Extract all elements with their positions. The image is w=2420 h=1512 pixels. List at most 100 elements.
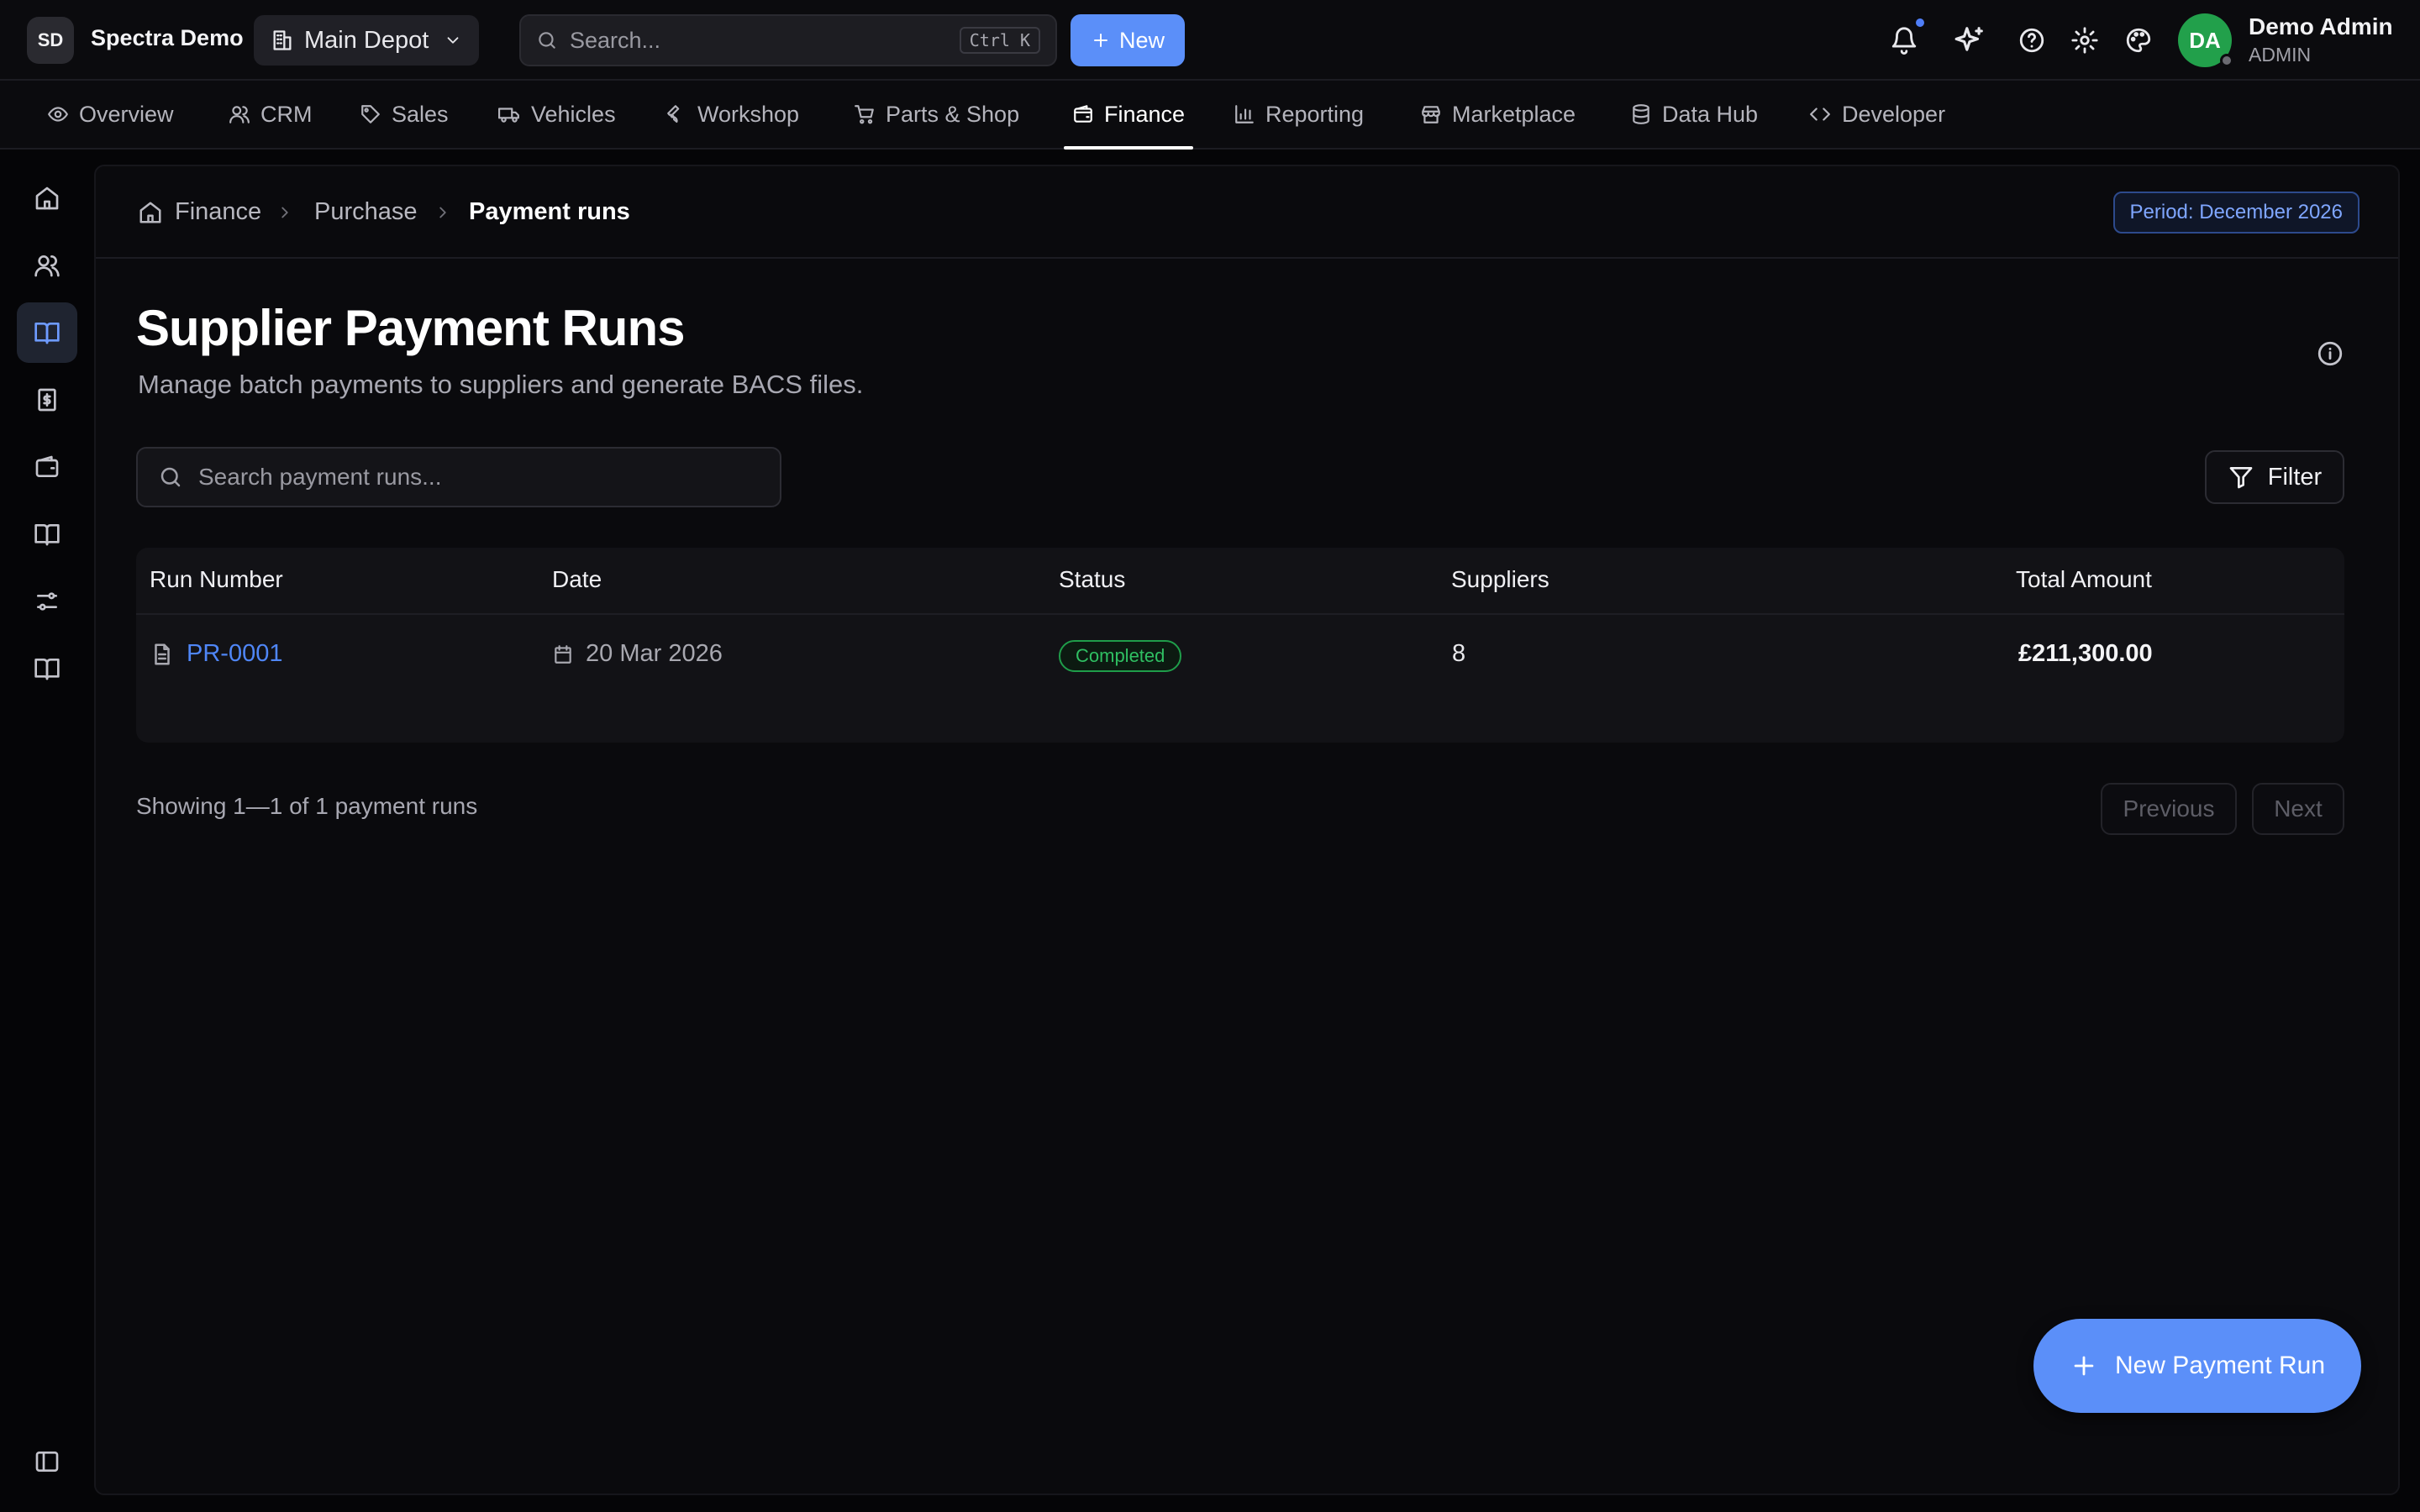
tab-overview[interactable]: Overview bbox=[47, 81, 174, 148]
sparkles-icon[interactable] bbox=[1951, 22, 1988, 59]
tag-icon bbox=[360, 103, 381, 125]
search-icon bbox=[158, 465, 183, 490]
users-icon[interactable] bbox=[17, 235, 77, 296]
tab-workshop[interactable]: Workshop bbox=[666, 81, 799, 148]
book-icon[interactable] bbox=[17, 638, 77, 699]
global-search: Ctrl K bbox=[519, 14, 1057, 66]
period-badge[interactable]: Period: December 2026 bbox=[2112, 192, 2360, 234]
tab-label: Marketplace bbox=[1452, 101, 1576, 127]
previous-button[interactable]: Previous bbox=[2101, 783, 2237, 835]
status-badge: Completed bbox=[1059, 640, 1182, 672]
brand-name[interactable]: Spectra Demo bbox=[91, 25, 244, 51]
tab-reporting[interactable]: Reporting bbox=[1234, 81, 1364, 148]
user-role: ADMIN bbox=[2249, 44, 2312, 66]
gear-icon[interactable] bbox=[2066, 22, 2103, 59]
filter-button[interactable]: Filter bbox=[2205, 450, 2344, 504]
tab-data-hub[interactable]: Data Hub bbox=[1630, 81, 1758, 148]
run-number-link[interactable]: PR-0001 bbox=[187, 640, 282, 668]
payment-run-search-input[interactable] bbox=[198, 464, 760, 491]
store-icon bbox=[1420, 103, 1442, 125]
wallet-icon bbox=[1072, 103, 1094, 125]
calendar-icon bbox=[552, 643, 574, 665]
depot-label: Main Depot bbox=[304, 26, 429, 54]
brand-badge[interactable]: SD bbox=[27, 17, 74, 64]
column-header-status[interactable]: Status bbox=[1059, 566, 1125, 593]
tab-label: CRM bbox=[260, 101, 313, 127]
book-icon[interactable] bbox=[17, 504, 77, 564]
plus-icon bbox=[2070, 1352, 2098, 1380]
breadcrumb-label: Purchase bbox=[314, 198, 418, 225]
top-bar: SD Spectra Demo Main Depot Ctrl K New bbox=[0, 0, 2420, 81]
truck-icon bbox=[497, 103, 521, 125]
new-payment-run-button[interactable]: New Payment Run bbox=[2033, 1319, 2361, 1413]
payment-runs-table: Run Number Date Status Suppliers Total A… bbox=[136, 548, 2344, 743]
global-search-input[interactable] bbox=[570, 27, 948, 54]
tab-sales[interactable]: Sales bbox=[360, 81, 449, 148]
tab-label: Reporting bbox=[1265, 101, 1365, 127]
depot-select[interactable]: Main Depot bbox=[254, 15, 479, 66]
home-icon[interactable] bbox=[17, 168, 77, 228]
breadcrumb-purchase[interactable]: Purchase bbox=[314, 198, 418, 226]
bar-chart-icon bbox=[1234, 103, 1255, 125]
home-icon bbox=[138, 200, 163, 225]
page-subtitle: Manage batch payments to suppliers and g… bbox=[138, 370, 864, 399]
help-icon[interactable] bbox=[2013, 22, 2050, 59]
new-button-label: New bbox=[1118, 27, 1165, 53]
sliders-icon[interactable] bbox=[17, 571, 77, 632]
column-header-suppliers[interactable]: Suppliers bbox=[1451, 566, 1549, 593]
chevron-right-icon bbox=[276, 203, 294, 222]
palette-icon[interactable] bbox=[2120, 22, 2157, 59]
notification-dot bbox=[1914, 17, 1926, 29]
tab-finance[interactable]: Finance bbox=[1063, 81, 1194, 150]
tab-marketplace[interactable]: Marketplace bbox=[1420, 81, 1576, 148]
chevron-right-icon bbox=[434, 203, 452, 222]
plus-icon bbox=[1091, 30, 1111, 50]
eye-icon bbox=[47, 103, 69, 125]
tab-vehicles[interactable]: Vehicles bbox=[497, 81, 616, 148]
file-icon bbox=[150, 642, 175, 667]
code-icon bbox=[1808, 103, 1832, 125]
wallet-icon[interactable] bbox=[17, 437, 77, 497]
tab-parts-shop[interactable]: Parts & Shop bbox=[854, 81, 1019, 148]
new-button[interactable]: New bbox=[1071, 14, 1185, 66]
pagination-summary: Showing 1—1 of 1 payment runs bbox=[136, 793, 478, 819]
tab-label: Sales bbox=[392, 101, 449, 127]
status-indicator bbox=[2220, 54, 2233, 67]
tab-label: Data Hub bbox=[1662, 101, 1759, 127]
suppliers-value: 8 bbox=[1452, 640, 1466, 667]
main-nav: Overview CRM Sales Vehicles Workshop Par… bbox=[0, 81, 2420, 150]
shortcut-hint: Ctrl K bbox=[959, 27, 1040, 54]
next-button[interactable]: Next bbox=[2252, 783, 2344, 835]
breadcrumb-finance[interactable]: Finance bbox=[138, 198, 261, 226]
tab-developer[interactable]: Developer bbox=[1808, 81, 1945, 148]
tab-label: Workshop bbox=[697, 101, 800, 127]
run-number-cell[interactable]: PR-0001 bbox=[150, 640, 282, 668]
users-icon bbox=[229, 103, 250, 125]
column-header-date[interactable]: Date bbox=[552, 566, 602, 593]
suppliers-cell: 8 bbox=[1452, 640, 1465, 668]
book-open-icon[interactable] bbox=[17, 302, 77, 363]
tab-label: Finance bbox=[1104, 101, 1186, 127]
payment-run-search bbox=[136, 447, 781, 507]
filter-label: Filter bbox=[2267, 463, 2323, 491]
column-header-total-amount[interactable]: Total Amount bbox=[2016, 566, 2152, 593]
info-icon[interactable] bbox=[2316, 339, 2344, 368]
sidebar-toggle-icon[interactable] bbox=[17, 1431, 77, 1492]
date-cell: 20 Mar 2026 bbox=[552, 640, 723, 668]
column-header-run-number[interactable]: Run Number bbox=[150, 566, 283, 593]
date-value: 20 Mar 2026 bbox=[586, 640, 723, 667]
status-cell: Completed bbox=[1059, 640, 1182, 672]
tab-label: Overview bbox=[79, 101, 174, 127]
breadcrumb-label: Payment runs bbox=[469, 198, 630, 225]
total-amount-value: £211,300.00 bbox=[2018, 640, 2153, 667]
tab-label: Developer bbox=[1842, 101, 1946, 127]
search-icon bbox=[536, 29, 558, 51]
receipt-icon[interactable] bbox=[17, 370, 77, 430]
breadcrumb: Finance Purchase Payment runs Period: De… bbox=[96, 166, 2398, 259]
filter-icon bbox=[2228, 464, 2254, 491]
total-amount-cell: £211,300.00 bbox=[2018, 640, 2153, 668]
tab-label: Parts & Shop bbox=[886, 101, 1020, 127]
tab-crm[interactable]: CRM bbox=[229, 81, 313, 148]
side-rail bbox=[0, 150, 94, 1512]
user-name[interactable]: Demo Admin bbox=[2249, 13, 2393, 40]
